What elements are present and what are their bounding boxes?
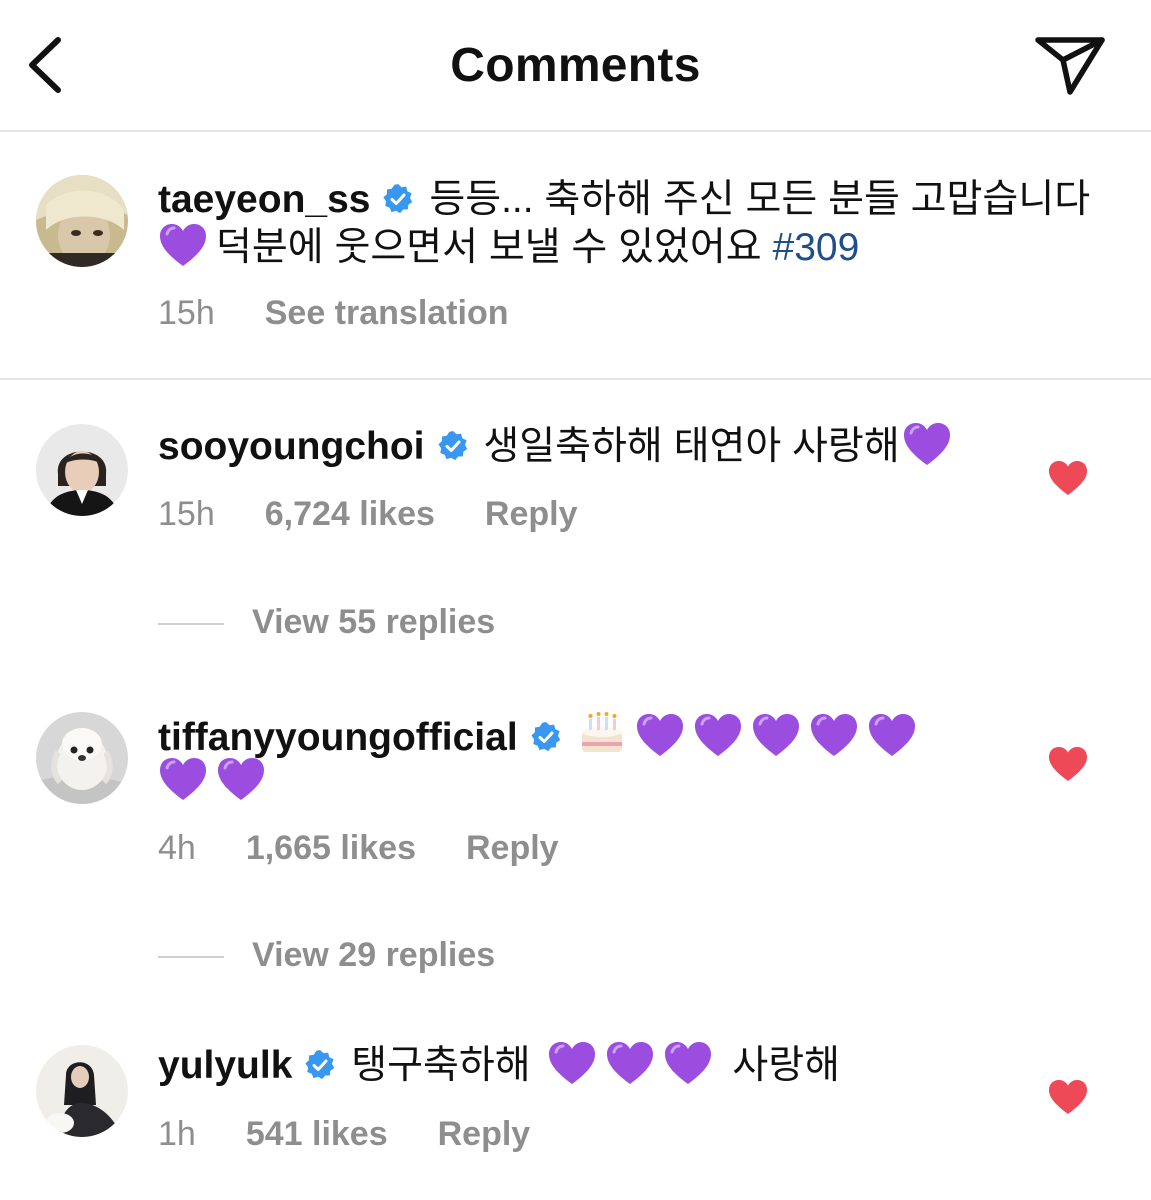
comment-line: sooyoungchoi 생일축하해 태연아 사랑해 [158,421,960,471]
comment-meta: 1h 541 likes Reply [158,1115,530,1154]
like-heart-icon[interactable] [1048,746,1088,782]
view-replies-label: View 55 replies [252,603,496,641]
send-icon[interactable] [1030,30,1110,100]
avatar-sooyoungchoi[interactable] [36,424,128,516]
caption-line-2: 덕분에 웃으면서 보낼 수 있었어요 #309 [158,222,859,272]
username-sooyoungchoi[interactable]: sooyoungchoi [158,425,425,468]
reply-button[interactable]: Reply [485,495,578,533]
caption-time: 15h [158,294,215,332]
comment-text: 탱구축하해 [351,1044,531,1087]
purple-heart-emoji [663,1040,713,1086]
purple-heart-emoji [693,712,743,758]
caption-meta: 15h See translation [158,294,508,333]
comment-time: 1h [158,1115,196,1153]
purple-heart-emoji [751,712,801,758]
like-heart-icon[interactable] [1048,460,1088,496]
comment-time: 15h [158,495,215,533]
purple-heart-emoji [867,712,917,758]
purple-heart-emoji [635,712,685,758]
username-tiffanyyoungofficial[interactable]: tiffanyyoungofficial [158,716,518,759]
comment-text: 생일축하해 태연아 사랑해 [483,425,900,468]
like-heart-icon[interactable] [1048,1079,1088,1115]
username-taeyeon[interactable]: taeyeon_ss [158,178,370,221]
verified-badge-icon [382,183,414,215]
avatar-tiffanyyoungofficial[interactable] [36,712,128,804]
verified-badge-icon [437,430,469,462]
replies-divider-line [158,623,224,626]
comment-text-2: 사랑해 [732,1044,840,1087]
caption-line-1: taeyeon_ss 등등... 축하해 주신 모든 분들 고맙습니다 [158,176,1090,224]
avatar-taeyeon[interactable] [36,175,128,267]
username-yulyulk[interactable]: yulyulk [158,1044,292,1087]
verified-badge-icon [304,1049,336,1081]
view-replies-button[interactable]: View 55 replies [158,603,495,642]
header-bar: Comments [0,0,1151,132]
caption-text: 등등... 축하해 주신 모든 분들 고맙습니다 [429,178,1091,221]
replies-divider-line [158,956,224,959]
likes-count[interactable]: 6,724 likes [265,495,435,533]
hashtag-link[interactable]: #309 [773,226,860,269]
caption-text-2: 덕분에 웃으면서 보낼 수 있었어요 [216,226,762,269]
purple-heart-emoji [605,1040,655,1086]
purple-heart-emoji [158,756,208,802]
likes-count[interactable]: 1,665 likes [246,829,416,867]
comment-meta: 4h 1,665 likes Reply [158,829,559,868]
avatar-yulyulk[interactable] [36,1045,128,1137]
reply-button[interactable]: Reply [466,829,559,867]
page-title: Comments [450,39,701,92]
comment-line: tiffanyyoungofficial [158,708,925,762]
likes-count[interactable]: 541 likes [246,1115,388,1153]
birthday-cake-emoji [581,712,622,752]
purple-heart-emoji [158,222,208,268]
purple-heart-emoji [547,1040,597,1086]
see-translation-button[interactable]: See translation [265,294,509,332]
purple-heart-emoji [902,421,952,467]
verified-badge-icon [530,721,562,753]
comment-meta: 15h 6,724 likes Reply [158,495,577,534]
view-replies-label: View 29 replies [252,936,496,974]
comment-line: yulyulk 탱구축하해 사랑해 [158,1040,840,1090]
reply-button[interactable]: Reply [438,1115,531,1153]
divider [0,378,1151,380]
view-replies-button[interactable]: View 29 replies [158,936,495,975]
comment-line-2 [158,756,274,806]
purple-heart-emoji [216,756,266,802]
purple-heart-emoji [809,712,859,758]
comment-time: 4h [158,829,196,867]
